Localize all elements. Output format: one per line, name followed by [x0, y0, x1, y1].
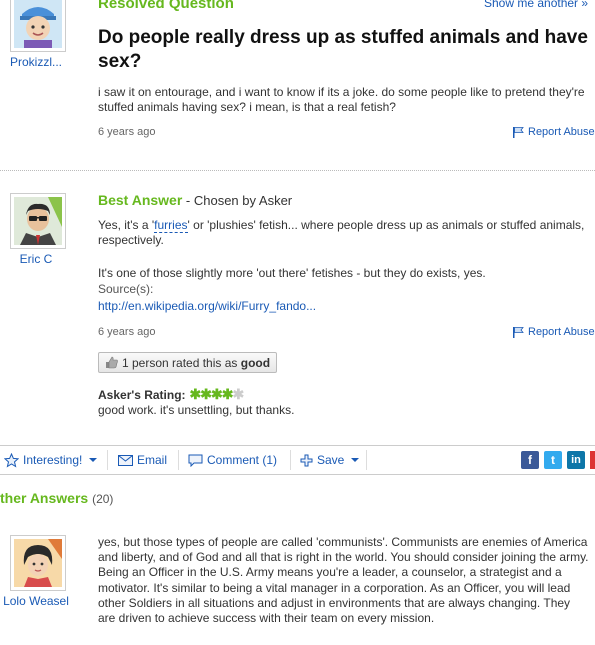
twitter-share-icon[interactable]: t	[544, 451, 562, 469]
chosen-by-asker: - Chosen by Asker	[182, 193, 293, 208]
dropdown-caret-icon	[89, 458, 98, 462]
toolbar-separator	[366, 450, 367, 470]
report-abuse-label: Report Abuse	[528, 126, 595, 138]
save-label: Save	[317, 453, 345, 467]
plus-icon	[300, 454, 313, 466]
other-answers-count: (20)	[92, 492, 114, 506]
answerer-name[interactable]: Eric C	[0, 252, 76, 266]
flag-icon	[513, 127, 524, 138]
comment-label: Comment (1)	[207, 453, 278, 467]
answer-toolbar: Interesting! Email Comment (1) Save f t …	[0, 445, 595, 475]
asker-avatar[interactable]	[10, 0, 66, 52]
rating-stars: ✱✱✱✱✱	[189, 386, 245, 403]
show-another-link[interactable]: Show me another »	[484, 0, 588, 10]
email-label: Email	[137, 453, 168, 467]
avatar-image	[14, 197, 62, 245]
askers-rating-label: Asker's Rating:	[98, 387, 186, 402]
star-filled-icon: ✱	[211, 386, 223, 402]
star-filled-icon: ✱	[200, 386, 212, 402]
best-answer-heading: Best Answer	[98, 192, 183, 208]
star-empty-icon: ✱	[232, 386, 244, 402]
sources-label: Source(s):	[98, 282, 154, 296]
other-answers-heading-row: ther Answers (20)	[0, 490, 113, 506]
best-answer-text: Yes, it's a 'furries' or 'plushies' feti…	[98, 218, 588, 248]
flag-icon	[513, 327, 524, 338]
best-answer-heading-row: Best Answer - Chosen by Asker	[98, 192, 292, 208]
toolbar-separator	[290, 450, 291, 470]
question-details: i saw it on entourage, and i want to kno…	[98, 85, 585, 114]
facebook-share-icon[interactable]: f	[521, 451, 539, 469]
rated-text: 1 person rated this as good	[122, 355, 271, 370]
source-link[interactable]: http://en.wikipedia.org/wiki/Furry_fando…	[98, 299, 316, 313]
question-title: Do people really dress up as stuffed ani…	[98, 27, 588, 72]
envelope-icon	[118, 454, 133, 466]
save-button[interactable]: Save	[300, 446, 360, 474]
other-answers-heading: ther Answers	[0, 490, 89, 506]
question-report-abuse[interactable]: Report Abuse	[512, 126, 595, 138]
toolbar-separator	[178, 450, 179, 470]
answerer-avatar[interactable]	[10, 193, 66, 249]
more-share-icon[interactable]	[590, 451, 595, 469]
rated-good-box[interactable]: 1 person rated this as good	[98, 352, 278, 373]
other-answer-text: yes, but those types of people are calle…	[98, 535, 589, 626]
divider	[0, 170, 595, 171]
comment-button[interactable]: Comment (1)	[188, 446, 277, 474]
avatar-image	[14, 0, 62, 48]
resolved-question-label: Resolved Question	[98, 0, 234, 12]
avatar-image	[14, 539, 62, 587]
star-outline-icon	[4, 452, 19, 468]
thumbs-up-icon	[106, 356, 118, 369]
star-filled-icon: ✱	[221, 386, 234, 402]
dropdown-caret-icon	[351, 458, 360, 462]
report-abuse-label: Report Abuse	[528, 326, 595, 338]
askers-comment: good work. it's unsettling, but thanks.	[98, 403, 295, 417]
answer-report-abuse[interactable]: Report Abuse	[512, 326, 595, 338]
question-time: 6 years ago	[98, 126, 156, 138]
answer-text-part: Yes, it's a '	[98, 218, 155, 232]
speech-bubble-icon	[188, 454, 203, 467]
interesting-label: Interesting!	[23, 453, 83, 467]
answer-time: 6 years ago	[98, 326, 156, 338]
star-filled-icon: ✱	[189, 386, 202, 402]
other-answerer-avatar[interactable]	[10, 535, 66, 591]
asker-name[interactable]: Prokizzl...	[0, 55, 76, 69]
interesting-button[interactable]: Interesting!	[4, 446, 98, 474]
toolbar-separator	[107, 450, 108, 470]
furries-link[interactable]: furries	[154, 218, 188, 233]
linkedin-share-icon[interactable]: in	[567, 451, 585, 469]
email-button[interactable]: Email	[118, 446, 167, 474]
other-answerer-name[interactable]: Lolo Weasel	[0, 594, 76, 608]
askers-rating-row: Asker's Rating: ✱✱✱✱✱	[98, 386, 245, 403]
best-answer-text-2: It's one of those slightly more 'out the…	[98, 266, 486, 280]
